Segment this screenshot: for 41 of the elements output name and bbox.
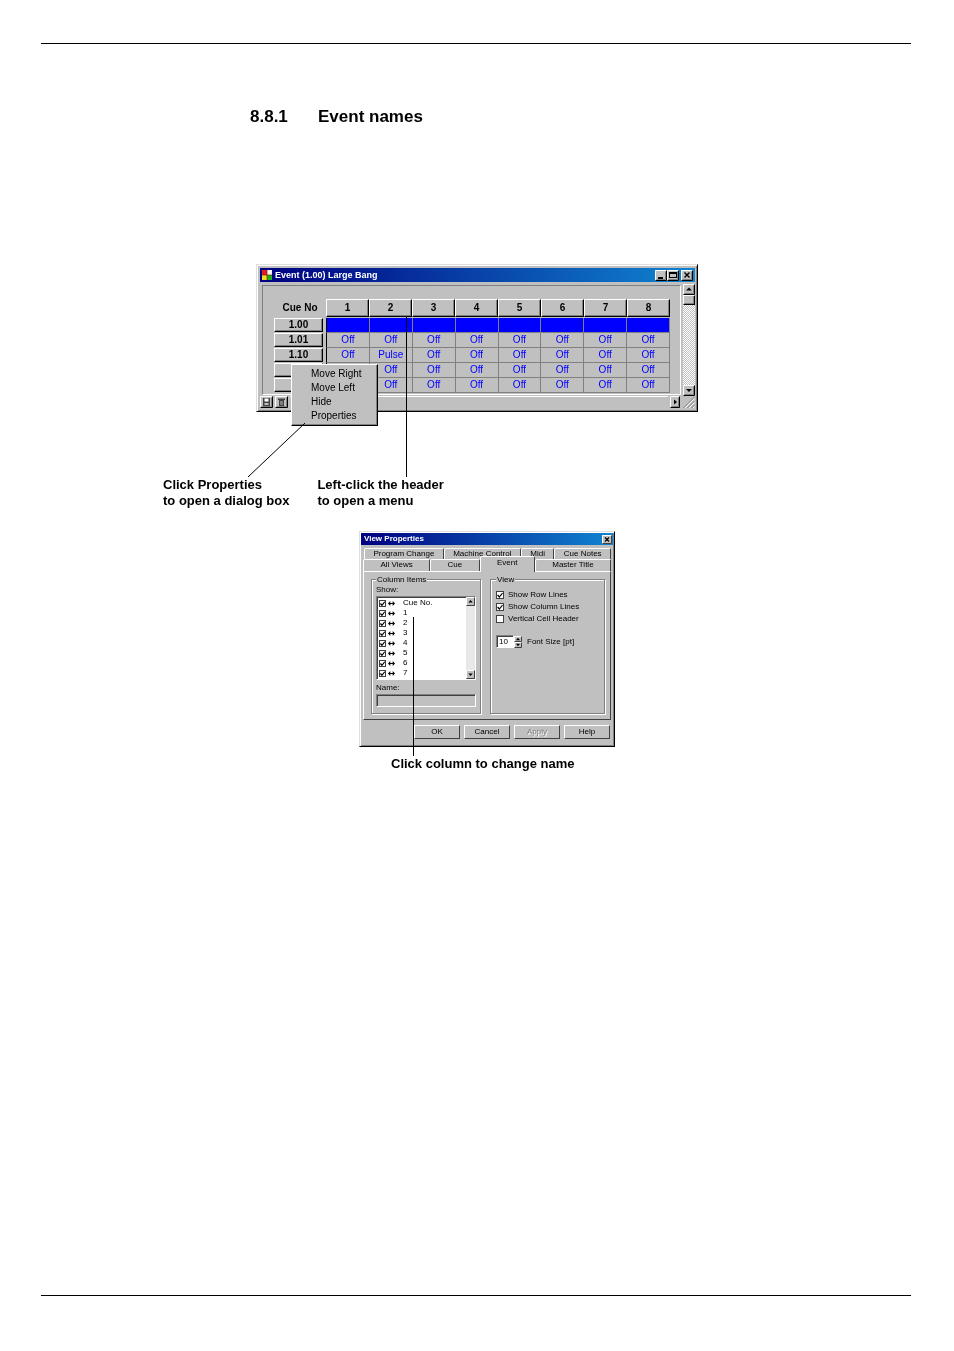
callout-text: Left-click the header to open a menu (317, 477, 444, 509)
section-number: 8.8.1 (250, 107, 289, 127)
table-cell: Off (541, 363, 585, 377)
table-cell: Off (455, 348, 499, 362)
table-cell: Off (541, 348, 585, 362)
callout-text: Click column to change name (391, 756, 575, 772)
table-cell: Off (541, 333, 585, 347)
table-cell: Off (541, 378, 585, 392)
table-cell: Off (498, 363, 542, 377)
table-cell: Off (627, 363, 670, 377)
group-title: Column Items (376, 575, 428, 585)
table-cell: Off (455, 363, 499, 377)
table-cell: Off (412, 333, 456, 347)
table-cell: Off (498, 333, 542, 347)
table-cell: Off (369, 333, 413, 347)
field-label: Font Size [pt] (527, 636, 575, 647)
field-label: Show: (376, 585, 400, 595)
section-title: Event names (318, 107, 423, 127)
table-cell: Pulse (369, 348, 413, 362)
table-cell: Off (412, 363, 456, 377)
table-cell: Off (327, 333, 370, 347)
table-cell: Off (455, 333, 499, 347)
group-title: View (496, 575, 516, 585)
table-cell: Off (498, 378, 542, 392)
table-cell: Off (327, 348, 370, 362)
field-label: Name: (376, 683, 401, 693)
table-cell: Off (584, 333, 628, 347)
table-cell: Off (627, 348, 670, 362)
table-cell: Off (412, 348, 456, 362)
callout-text: Click Properties to open a dialog box (163, 477, 290, 509)
table-cell: Off (627, 378, 670, 392)
window-title: Event (1.00) Large Bang (275, 269, 379, 282)
table-cell: Off (412, 378, 456, 392)
column-header-label: Cue No (281, 301, 319, 315)
table-cell: Off (584, 348, 628, 362)
table-cell: Off (498, 348, 542, 362)
table-cell: Off (455, 378, 499, 392)
table-cell: Off (627, 333, 670, 347)
table-cell: Off (584, 378, 628, 392)
table-cell: Off (584, 363, 628, 377)
dialog-title: View Properties (364, 533, 425, 545)
